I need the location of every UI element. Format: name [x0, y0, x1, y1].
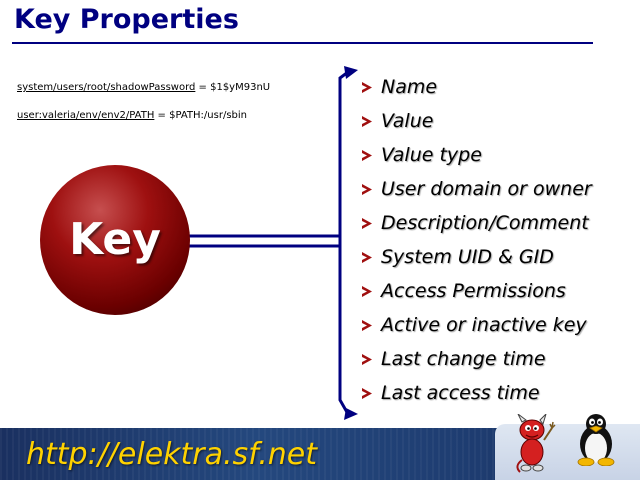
connector-bracket [338, 70, 350, 416]
bsd-daemon-icon [516, 414, 556, 473]
arrow-bullet-icon [362, 320, 372, 331]
arrow-bullet-icon [362, 218, 372, 229]
bracket-arrow-top [344, 66, 358, 79]
key-label: Key [69, 214, 161, 265]
property-label: Description/Comment [381, 212, 589, 234]
property-label: Value type [381, 144, 482, 166]
property-label: Access Permissions [381, 280, 566, 302]
property-label: User domain or owner [381, 178, 592, 200]
arrow-bullet-icon [362, 388, 372, 399]
arrow-bullet-icon [362, 150, 372, 161]
linux-tux-icon [577, 414, 615, 466]
list-item: Active or inactive key [361, 312, 592, 346]
list-item: Name [361, 74, 592, 108]
list-item: System UID & GID [361, 244, 592, 278]
property-label: Last access time [381, 382, 540, 404]
arrow-bullet-icon [362, 82, 372, 93]
property-label: System UID & GID [381, 246, 554, 268]
list-item: Value type [361, 142, 592, 176]
property-label: Last change time [381, 348, 546, 370]
list-item: Description/Comment [361, 210, 592, 244]
list-item: User domain or owner [361, 176, 592, 210]
arrow-bullet-icon [362, 116, 372, 127]
arrow-bullet-icon [362, 286, 372, 297]
list-item: Access Permissions [361, 278, 592, 312]
property-label: Value [381, 110, 434, 132]
property-label: Name [381, 76, 438, 98]
arrow-bullet-icon [362, 184, 372, 195]
list-item: Value [361, 108, 592, 142]
list-item: Last change time [361, 346, 592, 380]
footer-url-link[interactable]: http://elektra.sf.net [26, 437, 317, 472]
property-label: Active or inactive key [381, 314, 587, 336]
arrow-bullet-icon [362, 354, 372, 365]
list-item: Last access time [361, 380, 592, 414]
arrow-bullet-icon [362, 252, 372, 263]
property-list: Name Value Value type User domain or own… [361, 74, 592, 414]
bracket-arrow-bottom [344, 408, 358, 420]
